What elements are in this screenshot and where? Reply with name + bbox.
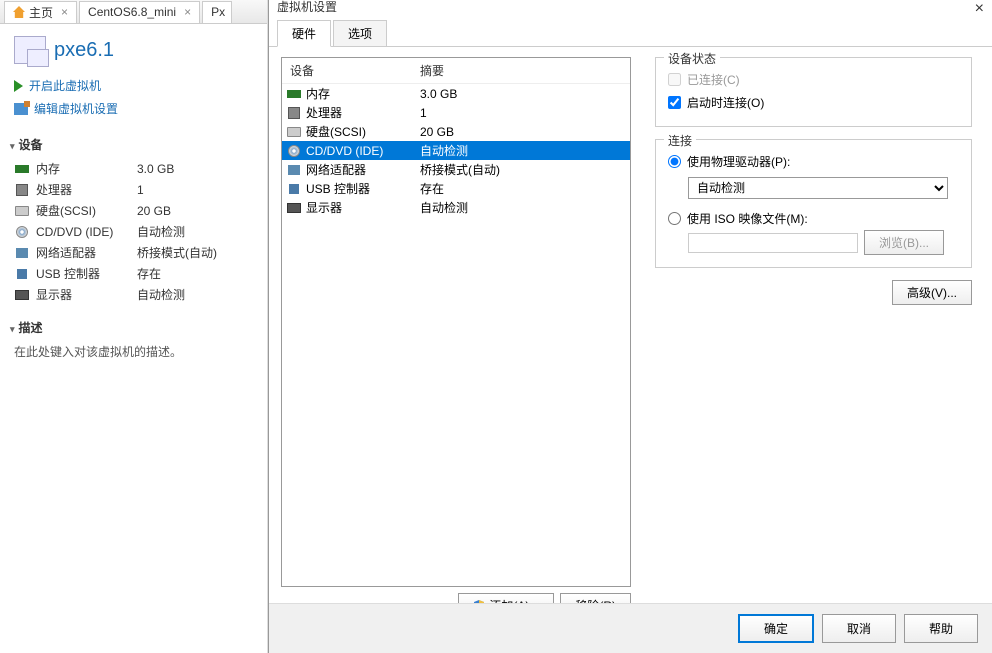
hw-memory[interactable]: 内存3.0 GB xyxy=(282,84,630,103)
hw-disk[interactable]: 硬盘(SCSI)20 GB xyxy=(282,122,630,141)
cpu-icon xyxy=(288,107,300,119)
use-physical-radio[interactable] xyxy=(668,155,681,168)
device-memory[interactable]: 内存3.0 GB xyxy=(14,158,253,179)
usb-icon xyxy=(289,184,299,194)
network-icon xyxy=(16,248,28,258)
tab-home[interactable]: 主页 × xyxy=(4,1,77,23)
connected-row: 已连接(C) xyxy=(668,68,959,91)
cpu-icon xyxy=(16,184,28,196)
use-physical-label: 使用物理驱动器(P): xyxy=(687,153,790,170)
memory-icon xyxy=(287,90,301,98)
hw-display[interactable]: 显示器自动检测 xyxy=(282,198,630,217)
ok-button[interactable]: 确定 xyxy=(738,614,814,643)
close-icon[interactable]: × xyxy=(184,5,191,19)
use-iso-radio[interactable] xyxy=(668,212,681,225)
description-header[interactable]: 描述 xyxy=(0,313,267,339)
tab-label: Px xyxy=(211,5,225,19)
edit-settings-button[interactable]: 编辑虚拟机设置 xyxy=(14,97,253,120)
group-title: 设备状态 xyxy=(664,50,720,67)
advanced-button[interactable]: 高级(V)... xyxy=(892,280,972,305)
col-summary: 摘要 xyxy=(420,62,444,79)
action-label: 开启此虚拟机 xyxy=(29,77,101,94)
dialog-title: 虚拟机设置 xyxy=(277,0,337,15)
power-on-button[interactable]: 开启此虚拟机 xyxy=(14,74,253,97)
hardware-panel: 设备 摘要 内存3.0 GB 处理器1 硬盘(SCSI)20 GB CD/DVD… xyxy=(281,57,631,618)
memory-icon xyxy=(15,165,29,173)
iso-path-input[interactable] xyxy=(688,233,858,253)
vm-settings-dialog: 虚拟机设置 × 硬件 选项 设备 摘要 内存3.0 GB 处理器1 硬盘(SCS… xyxy=(268,0,992,653)
vm-icon xyxy=(14,36,46,64)
connected-label: 已连接(C) xyxy=(687,71,740,88)
disk-icon xyxy=(15,206,29,216)
browse-button[interactable]: 浏览(B)... xyxy=(864,230,944,255)
vm-name: pxe6.1 xyxy=(54,39,114,62)
tab-options[interactable]: 选项 xyxy=(333,20,387,47)
display-icon xyxy=(15,290,29,300)
col-device: 设备 xyxy=(290,62,420,79)
device-usb[interactable]: USB 控制器存在 xyxy=(14,263,253,284)
device-cpu[interactable]: 处理器1 xyxy=(14,179,253,200)
edit-icon xyxy=(14,103,28,115)
device-display[interactable]: 显示器自动检测 xyxy=(14,284,253,305)
help-button[interactable]: 帮助 xyxy=(904,614,978,643)
play-icon xyxy=(14,80,23,92)
tab-hardware[interactable]: 硬件 xyxy=(277,20,331,47)
hardware-header: 设备 摘要 xyxy=(282,58,630,84)
dialog-close-button[interactable]: × xyxy=(975,0,984,18)
tab-px[interactable]: Px xyxy=(202,1,232,23)
vm-header: pxe6.1 xyxy=(0,24,267,70)
hw-cd[interactable]: CD/DVD (IDE)自动检测 xyxy=(282,141,630,160)
hw-usb[interactable]: USB 控制器存在 xyxy=(282,179,630,198)
hardware-list: 设备 摘要 内存3.0 GB 处理器1 硬盘(SCSI)20 GB CD/DVD… xyxy=(281,57,631,587)
connect-poweron-row[interactable]: 启动时连接(O) xyxy=(668,91,959,114)
vm-actions: 开启此虚拟机 编辑虚拟机设置 xyxy=(0,70,267,130)
usb-icon xyxy=(17,269,27,279)
connection-group: 连接 使用物理驱动器(P): 自动检测 使用 ISO 映像文件(M): 浏览(B… xyxy=(655,139,972,268)
physical-drive-select[interactable]: 自动检测 xyxy=(688,177,948,199)
tab-centos[interactable]: CentOS6.8_mini × xyxy=(79,1,200,23)
use-physical-row[interactable]: 使用物理驱动器(P): xyxy=(668,150,959,173)
use-iso-row[interactable]: 使用 ISO 映像文件(M): xyxy=(668,207,959,230)
device-cd[interactable]: CD/DVD (IDE)自动检测 xyxy=(14,221,253,242)
group-title: 连接 xyxy=(664,132,696,149)
dialog-body: 设备 摘要 内存3.0 GB 处理器1 硬盘(SCSI)20 GB CD/DVD… xyxy=(269,47,992,628)
disk-icon xyxy=(287,127,301,137)
dialog-footer: 确定 取消 帮助 xyxy=(269,603,992,653)
tabs-bar: 主页 × CentOS6.8_mini × Px xyxy=(0,0,267,24)
tab-label: 主页 xyxy=(29,4,53,21)
connected-checkbox xyxy=(668,73,681,86)
network-icon xyxy=(288,165,300,175)
settings-panel: 设备状态 已连接(C) 启动时连接(O) 连接 使用物理驱动器(P): 自动检测 xyxy=(647,57,980,618)
dialog-titlebar: 虚拟机设置 xyxy=(269,0,992,16)
device-disk[interactable]: 硬盘(SCSI)20 GB xyxy=(14,200,253,221)
close-icon[interactable]: × xyxy=(61,5,68,19)
cd-icon xyxy=(16,226,28,238)
connect-poweron-label: 启动时连接(O) xyxy=(687,94,764,111)
vmware-sidebar: 主页 × CentOS6.8_mini × Px pxe6.1 开启此虚拟机 编… xyxy=(0,0,268,653)
tab-label: CentOS6.8_mini xyxy=(88,5,176,19)
action-label: 编辑虚拟机设置 xyxy=(34,100,118,117)
description-text[interactable]: 在此处键入对该虚拟机的描述。 xyxy=(0,339,267,364)
use-iso-label: 使用 ISO 映像文件(M): xyxy=(687,210,808,227)
devices-header[interactable]: 设备 xyxy=(0,130,267,156)
device-net[interactable]: 网络适配器桥接模式(自动) xyxy=(14,242,253,263)
hw-net[interactable]: 网络适配器桥接模式(自动) xyxy=(282,160,630,179)
device-list: 内存3.0 GB 处理器1 硬盘(SCSI)20 GB CD/DVD (IDE)… xyxy=(0,156,267,313)
connect-poweron-checkbox[interactable] xyxy=(668,96,681,109)
cd-icon xyxy=(288,145,300,157)
dialog-tabs: 硬件 选项 xyxy=(269,16,992,47)
cancel-button[interactable]: 取消 xyxy=(822,614,896,643)
device-status-group: 设备状态 已连接(C) 启动时连接(O) xyxy=(655,57,972,127)
display-icon xyxy=(287,203,301,213)
hw-cpu[interactable]: 处理器1 xyxy=(282,103,630,122)
home-icon xyxy=(13,6,25,18)
